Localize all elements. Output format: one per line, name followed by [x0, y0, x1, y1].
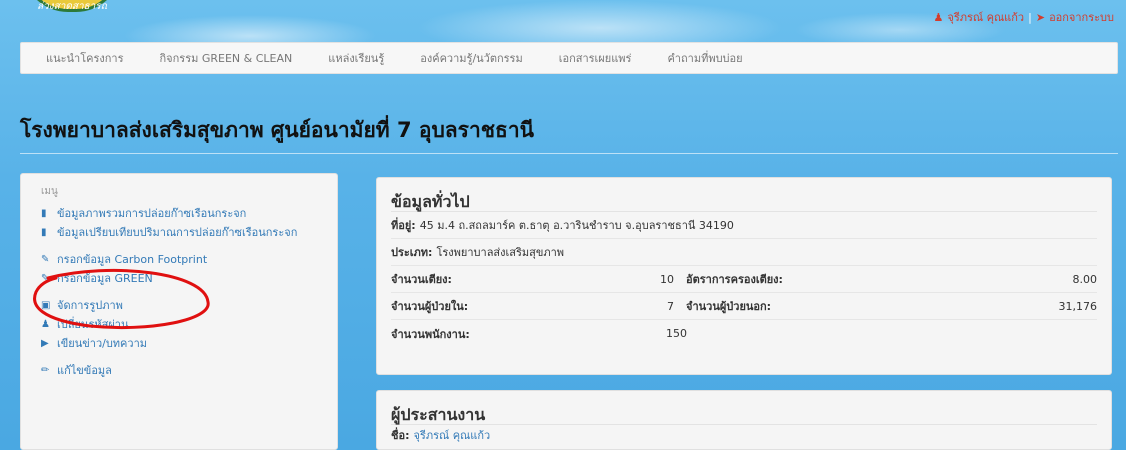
user-icon: ♟	[933, 10, 944, 24]
beds-label: จำนวนเตียง:	[391, 273, 452, 286]
general-info-title: ข้อมูลทั่วไป	[391, 178, 1097, 212]
sidebar-item-label: กรอกข้อมูล Carbon Footprint	[57, 253, 208, 266]
nav-item-learning[interactable]: แหล่งเรียนรู้	[328, 49, 384, 67]
address-label: ที่อยู่:	[391, 219, 416, 232]
inpatients-value: 7	[667, 299, 674, 313]
type-label: ประเภท:	[391, 246, 433, 259]
sidebar-item-label: เขียนข่าว/บทความ	[57, 337, 148, 350]
file-icon: ▮	[41, 208, 47, 219]
sidebar-item-green-data[interactable]: ✎ กรอกข้อมูล GREEN	[41, 271, 337, 286]
staff-row: จำนวนพนักงาน: 150	[391, 320, 1097, 347]
sidebar-item-label: จัดการรูปภาพ	[57, 299, 123, 312]
outpatients-label: จำนวนผู้ป่วยนอก:	[686, 300, 772, 313]
sidebar-item-carbon-footprint[interactable]: ✎ กรอกข้อมูล Carbon Footprint	[41, 252, 337, 267]
coordinator-panel: ผู้ประสานงาน ชื่อ: จุรีภรณ์ คุณแก้ว	[376, 390, 1112, 450]
coordinator-title: ผู้ประสานงาน	[391, 391, 1097, 425]
image-icon: ▣	[41, 300, 51, 311]
user-bar: ♟ จุรีภรณ์ คุณแก้ว | ➤ ออกจากระบบ	[934, 8, 1114, 26]
logo-text: ล่วงสาดสาธารณ	[37, 1, 107, 12]
nav-item-intro[interactable]: แนะนำโครงการ	[46, 49, 124, 67]
address-row: ที่อยู่: 45 ม.4 ถ.สถลมาร์ค ต.ธาตุ อ.วาริ…	[391, 212, 1097, 239]
edit-icon: ✎	[41, 273, 50, 284]
main-navbar: แนะนำโครงการ กิจกรรม GREEN & CLEAN แหล่ง…	[20, 42, 1118, 74]
page-title: โรงพยาบาลส่งเสริมสุขภาพ ศูนย์อนามัยที่ 7…	[20, 118, 534, 142]
sidebar-item-write-news[interactable]: ▶ เขียนข่าว/บทความ	[41, 336, 337, 351]
title-divider	[20, 153, 1118, 154]
sidebar-menu: เมนู ▮ ข้อมูลภาพรวมการปล่อยก๊าซเรือนกระจ…	[20, 173, 338, 450]
inpatients-label: จำนวนผู้ป่วยใน:	[391, 300, 469, 313]
nav-item-green-clean[interactable]: กิจกรรม GREEN & CLEAN	[160, 49, 293, 67]
logout-link[interactable]: ออกจากระบบ	[1049, 8, 1114, 26]
outpatients-value: 31,176	[1058, 299, 1098, 313]
sidebar-item-emission-compare[interactable]: ▮ ข้อมูลเปรียบเทียบปริมาณการปล่อยก๊าซเรื…	[41, 225, 311, 240]
edit-icon: ✎	[41, 254, 50, 265]
user-icon: ♟	[41, 319, 50, 330]
coordinator-name-link[interactable]: จุรีภรณ์ คุณแก้ว	[413, 426, 490, 444]
sidebar-item-emission-overview[interactable]: ▮ ข้อมูลภาพรวมการปล่อยก๊าซเรือนกระจก	[41, 206, 337, 221]
occupancy-value: 8.00	[1072, 272, 1098, 286]
sidebar-item-label: แก้ไขข้อมูล	[57, 364, 112, 377]
topbar-separator: |	[1028, 10, 1032, 24]
user-name-link[interactable]: จุรีภรณ์ คุณแก้ว	[947, 8, 1024, 26]
beds-value: 10	[660, 272, 674, 286]
sidebar-item-label: ข้อมูลเปรียบเทียบปริมาณการปล่อยก๊าซเรือน…	[57, 226, 298, 239]
sidebar-item-manage-images[interactable]: ▣ จัดการรูปภาพ	[41, 298, 337, 313]
sidebar-item-label: กรอกข้อมูล GREEN	[57, 272, 153, 285]
coordinator-name-label: ชื่อ:	[391, 429, 410, 442]
sidebar-item-label: ข้อมูลภาพรวมการปล่อยก๊าซเรือนกระจก	[57, 207, 247, 220]
nav-item-knowledge[interactable]: องค์ความรู้/นวัตกรรม	[420, 49, 522, 67]
patients-row: จำนวนผู้ป่วยใน: 7 จำนวนผู้ป่วยนอก: 31,17…	[391, 293, 1097, 320]
occupancy-label: อัตราการครองเตียง:	[686, 273, 783, 286]
staff-label: จำนวนพนักงาน:	[391, 327, 470, 341]
nav-item-documents[interactable]: เอกสารเผยแพร่	[559, 49, 632, 67]
pencil-icon: ✏	[41, 365, 50, 376]
bullhorn-icon: ▶	[41, 338, 49, 349]
coordinator-name-row: ชื่อ: จุรีภรณ์ คุณแก้ว	[391, 425, 1097, 445]
address-value: 45 ม.4 ถ.สถลมาร์ค ต.ธาตุ อ.วารินชำราบ จ.…	[419, 219, 734, 232]
sidebar-item-change-password[interactable]: ♟ เปลี่ยนรหัสผ่าน	[41, 317, 337, 332]
beds-row: จำนวนเตียง: 10 อัตราการครองเตียง: 8.00	[391, 266, 1097, 293]
general-info-panel: ข้อมูลทั่วไป ที่อยู่: 45 ม.4 ถ.สถลมาร์ค …	[376, 177, 1112, 375]
sidebar-item-edit-info[interactable]: ✏ แก้ไขข้อมูล	[41, 363, 337, 378]
sidebar-item-label: เปลี่ยนรหัสผ่าน	[57, 318, 129, 331]
staff-value: 150	[666, 327, 687, 340]
sidebar-heading: เมนู	[41, 186, 58, 197]
file-icon: ▮	[41, 227, 47, 238]
nav-item-faq[interactable]: คำถามที่พบบ่อย	[667, 49, 742, 67]
type-row: ประเภท: โรงพยาบาลส่งเสริมสุขภาพ	[391, 239, 1097, 266]
logout-icon: ➤	[1035, 10, 1046, 24]
type-value: โรงพยาบาลส่งเสริมสุขภาพ	[436, 246, 565, 259]
